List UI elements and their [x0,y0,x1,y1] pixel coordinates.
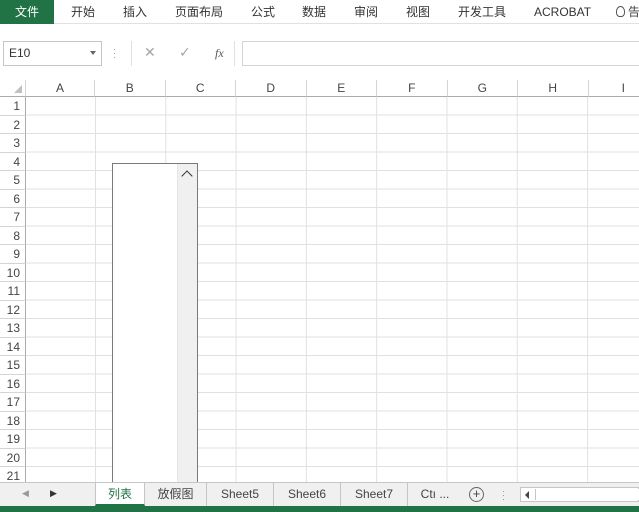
sheet-tab-list[interactable]: 列表 [95,483,145,506]
column-header-g[interactable]: G [447,80,518,97]
formula-buttons: ✕ ✓ fx [131,41,235,66]
row-header-5[interactable]: 5 [0,171,26,190]
row-header-11[interactable]: 11 [0,282,26,301]
previous-sheet-icon[interactable]: ◀ [22,488,29,499]
row-header-16[interactable]: 16 [0,374,26,393]
tab-file[interactable]: 文件 [0,0,54,24]
column-header-h[interactable]: H [518,80,589,97]
list-box-scrollbar[interactable] [177,164,197,482]
row-header-9[interactable]: 9 [0,245,26,264]
row-header-13[interactable]: 13 [0,319,26,338]
row-header-15[interactable]: 15 [0,356,26,375]
sheet-tab-sheet5[interactable]: Sheet5 [207,483,274,506]
row-header-20[interactable]: 20 [0,448,26,467]
tab-page-layout[interactable]: 页面布局 [175,0,223,24]
status-bar [0,506,639,512]
row-header-14[interactable]: 14 [0,337,26,356]
column-header-a[interactable]: A [26,80,95,97]
column-header-b[interactable]: B [95,80,166,97]
row-header-6[interactable]: 6 [0,189,26,208]
formula-bar: E10 · · · ✕ ✓ fx [0,40,639,70]
tab-data[interactable]: 数据 [302,0,326,24]
formula-input[interactable] [242,41,639,66]
scroll-left-icon[interactable] [525,491,529,499]
row-header-19[interactable]: 19 [0,430,26,449]
column-header-d[interactable]: D [236,80,307,97]
list-box-control[interactable] [112,163,198,483]
check-icon[interactable]: ✓ [179,44,191,61]
chevron-up-icon[interactable] [181,170,193,182]
tell-me-label: 告 [628,5,639,19]
sheet-tab-sheet6[interactable]: Sheet6 [274,483,341,506]
name-box-value: E10 [9,46,31,60]
tab-insert[interactable]: 插入 [123,0,147,24]
tab-formulas[interactable]: 公式 [251,0,275,24]
next-sheet-icon[interactable]: ▶ [50,488,57,499]
column-header-e[interactable]: E [306,80,377,97]
name-box[interactable]: E10 [3,41,102,66]
sheet-tab-bar: ◀ ▶ 列表 放假图 Sheet5 Sheet6 Sheet7 Ctı ... … [0,482,639,506]
select-all-button[interactable] [0,80,26,97]
row-header-4[interactable]: 4 [0,152,26,171]
chevron-down-icon[interactable] [90,51,96,55]
add-sheet-icon[interactable]: + [469,487,484,502]
tab-home[interactable]: 开始 [71,0,95,24]
insert-function-icon[interactable]: fx [215,46,224,61]
row-header-3[interactable]: 3 [0,134,26,153]
row-header-7[interactable]: 7 [0,208,26,227]
sheet-tab-overflow[interactable]: Ctı ... [408,483,462,506]
worksheet-grid: A B C D E F G H I 1 2 3 4 5 6 7 8 9 10 1… [0,80,639,482]
row-header-2[interactable]: 2 [0,115,26,134]
tab-review[interactable]: 审阅 [354,0,378,24]
row-header-12[interactable]: 12 [0,300,26,319]
row-header-18[interactable]: 18 [0,411,26,430]
select-all-icon [14,85,22,93]
lightbulb-icon [616,6,625,17]
row-header-1[interactable]: 1 [0,97,26,116]
tell-me-box[interactable]: 告 [616,0,639,24]
row-header-21[interactable]: 21 [0,467,26,482]
drag-handle-icon[interactable]: · · · [113,45,116,62]
row-header-8[interactable]: 8 [0,226,26,245]
tab-acrobat[interactable]: ACROBAT [534,0,591,24]
horizontal-scrollbar[interactable] [520,487,639,502]
sheet-tab-holiday-chart[interactable]: 放假图 [145,483,207,506]
tab-developer[interactable]: 开发工具 [458,0,506,24]
scrollbar-thumb[interactable] [535,489,639,500]
column-header-c[interactable]: C [165,80,236,97]
cancel-icon[interactable]: ✕ [144,44,156,61]
sheet-tab-sheet7[interactable]: Sheet7 [341,483,408,506]
tab-view[interactable]: 视图 [406,0,430,24]
column-header-f[interactable]: F [377,80,448,97]
row-header-10[interactable]: 10 [0,263,26,282]
column-header-i[interactable]: I [588,80,639,97]
ribbon-tab-bar: 文件 开始 插入 页面布局 公式 数据 审阅 视图 开发工具 ACROBAT 告 [0,0,639,24]
row-header-17[interactable]: 17 [0,393,26,412]
split-handle-icon[interactable]: · · · [502,487,505,504]
